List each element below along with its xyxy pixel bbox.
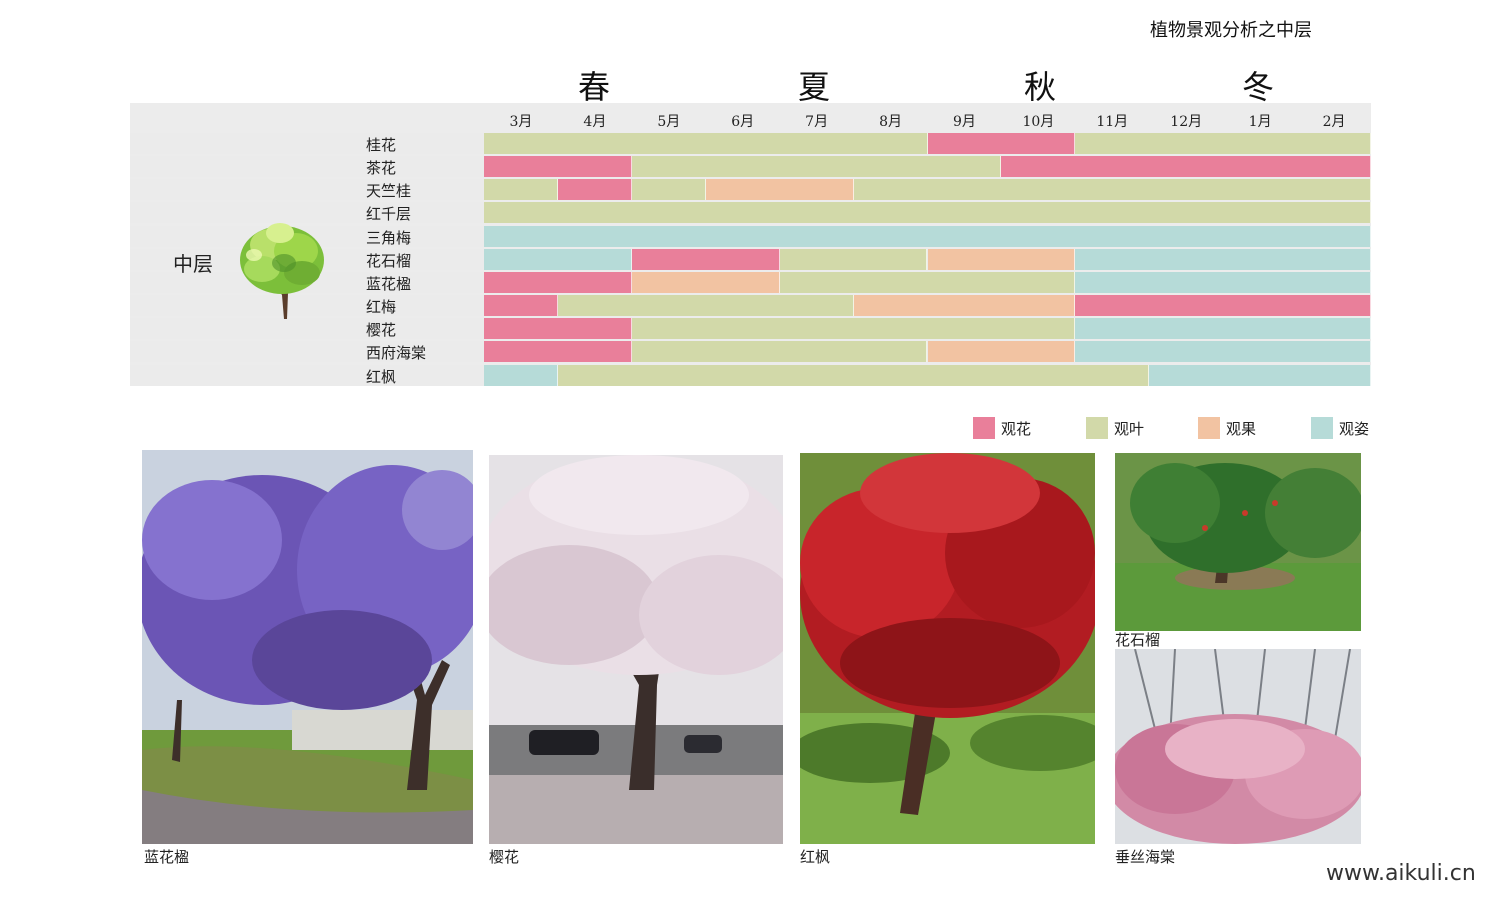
month-label: 3月	[509, 114, 533, 130]
month-label: 8月	[879, 114, 902, 130]
period-bar-flower	[557, 179, 632, 201]
month-label: 10月	[1022, 114, 1055, 130]
period-bar-flower	[484, 156, 632, 178]
period-bar-leaf	[779, 248, 928, 270]
period-bar-form	[1075, 271, 1371, 293]
tree-icon	[240, 223, 324, 319]
photo-weeping-crabapple	[1115, 649, 1361, 844]
period-bar-leaf	[631, 179, 706, 201]
period-bar-form	[484, 364, 558, 386]
month-label: 12月	[1170, 114, 1203, 130]
month-label: 11月	[1096, 114, 1129, 130]
period-bar-leaf	[484, 202, 1371, 224]
photo-caption: 红枫	[800, 848, 831, 866]
season-summer: 夏	[798, 68, 831, 106]
period-bar-leaf	[631, 341, 928, 363]
legend-label-form: 观姿	[1339, 420, 1370, 438]
period-bar-flower	[1075, 295, 1371, 317]
layer-label: 中层	[173, 252, 213, 276]
period-bar-leaf	[484, 179, 558, 201]
photo-cherry-blossom	[489, 455, 783, 844]
plant-name: 西府海棠	[366, 344, 427, 363]
period-bar-flower	[484, 341, 632, 363]
photo-pomegranate	[1115, 453, 1361, 631]
photo-jacaranda	[142, 450, 473, 844]
photo-caption: 蓝花楹	[144, 848, 190, 866]
period-bar-fruit	[853, 295, 1076, 317]
period-bar-flower	[484, 295, 558, 317]
period-bar-flower	[484, 318, 632, 340]
period-bar-fruit	[927, 341, 1076, 363]
month-label: 1月	[1248, 114, 1272, 130]
period-bar-leaf	[557, 364, 1150, 386]
period-bar-form	[1149, 364, 1371, 386]
period-bar-leaf	[484, 133, 928, 154]
legend-swatch-fruit	[1198, 417, 1220, 439]
period-bar-leaf	[557, 295, 854, 317]
period-bar-leaf	[631, 156, 1002, 178]
period-bar-form	[484, 225, 1371, 247]
period-bar-form	[1075, 341, 1371, 363]
plant-name: 三角梅	[366, 228, 412, 247]
period-bar-fruit	[705, 179, 854, 201]
plant-name: 天竺桂	[366, 182, 412, 201]
plant-name: 蓝花楹	[366, 274, 412, 293]
legend-swatch-leaf	[1086, 417, 1108, 439]
period-bar-flower	[631, 248, 780, 270]
month-label: 5月	[657, 114, 681, 130]
page-title: 植物景观分析之中层	[1150, 20, 1312, 41]
legend-swatch-form	[1311, 417, 1333, 439]
watermark: www.aikuli.cn	[1326, 861, 1476, 886]
period-bar-flower	[927, 133, 1076, 154]
period-bar-leaf	[631, 318, 1076, 340]
photo-caption: 垂丝海棠	[1115, 848, 1176, 866]
photo-caption: 花石榴	[1115, 631, 1161, 649]
period-bar-form	[484, 248, 632, 270]
month-label: 9月	[952, 114, 976, 130]
month-label: 6月	[731, 114, 755, 130]
legend-label-flower: 观花	[1001, 420, 1032, 438]
plant-name: 樱花	[366, 321, 397, 340]
plant-name: 红枫	[366, 367, 397, 386]
period-bar-form	[1075, 248, 1371, 270]
photo-red-maple	[800, 453, 1095, 844]
period-bar-leaf	[779, 271, 1076, 293]
period-bar-fruit	[927, 248, 1076, 270]
season-winter: 冬	[1242, 68, 1275, 106]
plant-name: 花石榴	[366, 251, 412, 270]
plant-name: 红千层	[366, 205, 412, 224]
plant-name: 红梅	[366, 298, 397, 317]
photo-caption: 樱花	[489, 848, 520, 866]
period-bar-leaf	[1075, 133, 1371, 154]
season-spring: 春	[578, 68, 611, 106]
month-label: 2月	[1322, 114, 1346, 130]
period-bar-form	[1075, 318, 1371, 340]
period-bar-flower	[484, 271, 632, 293]
legend-label-fruit: 观果	[1226, 420, 1257, 438]
plant-name: 茶花	[366, 159, 397, 178]
month-label: 4月	[583, 114, 607, 130]
period-bar-leaf	[853, 179, 1371, 201]
period-bar-fruit	[631, 271, 780, 293]
season-autumn: 秋	[1024, 68, 1057, 106]
legend-label-leaf: 观叶	[1114, 420, 1145, 438]
plant-name: 桂花	[366, 136, 397, 154]
month-label: 7月	[805, 114, 829, 130]
period-bar-flower	[1001, 156, 1371, 178]
legend-swatch-flower	[973, 417, 995, 439]
